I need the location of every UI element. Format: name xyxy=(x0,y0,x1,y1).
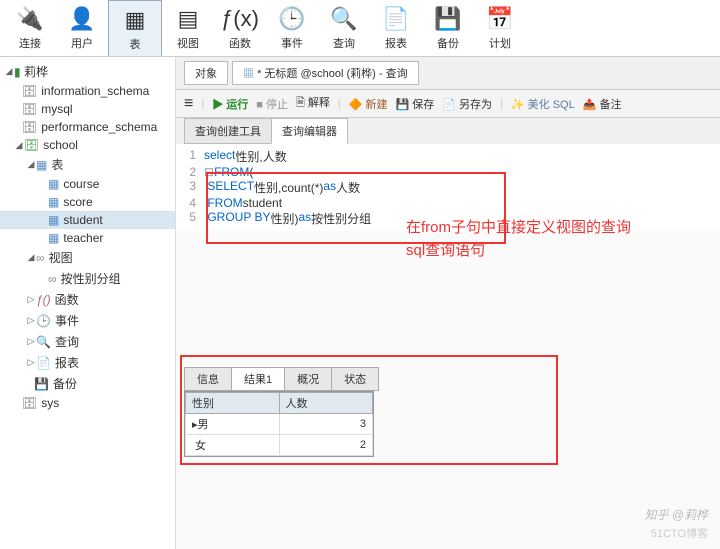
tree-view[interactable]: ∞按性别分组 xyxy=(0,268,175,289)
menu-icon[interactable]: ≡ xyxy=(184,95,193,113)
toolbar-查询[interactable]: 🔍 查询 xyxy=(318,0,370,56)
tree-bk[interactable]: 💾备份 xyxy=(0,373,175,394)
export-button[interactable]: 📤 备注 xyxy=(583,96,622,112)
tree-ev[interactable]: ▷🕒事件 xyxy=(0,310,175,331)
action-bar: ≡ | ▶ 运行 ■ 停止 🗎 解释 | 🔶 新建 💾 保存 📄 另存为 | ✨… xyxy=(176,90,720,118)
tab-editor[interactable]: 查询编辑器 xyxy=(271,118,348,144)
explain-button[interactable]: 🗎 解释 xyxy=(296,94,330,113)
db-tree: ◢▮ 莉桦 🗄information_schema 🗄mysql 🗄perfor… xyxy=(0,57,176,549)
toolbar-label: 视图 xyxy=(177,35,199,51)
editor-tabs: 查询创建工具 查询编辑器 xyxy=(176,118,720,144)
toolbar-label: 用户 xyxy=(71,35,93,51)
toolbar-label: 表 xyxy=(130,36,141,52)
tree-fn[interactable]: ▷ƒ()函数 xyxy=(0,289,175,310)
toolbar-计划[interactable]: 📅 计划 xyxy=(474,0,526,56)
toolbar-函数[interactable]: ƒ(x) 函数 xyxy=(214,0,266,56)
toolbar-事件[interactable]: 🕒 事件 xyxy=(266,0,318,56)
result-grid[interactable]: 性别人数 ▸男3 女2 xyxy=(184,391,374,457)
tree-root[interactable]: ◢▮ 莉桦 xyxy=(0,61,175,82)
main-toolbar: 🔌连接👤用户▦表▤视图ƒ(x)函数🕒事件🔍查询📄报表💾备份📅计划 xyxy=(0,0,720,57)
watermark-zhihu: 知乎 @莉桦 xyxy=(644,506,708,523)
toolbar-icon: ▤ xyxy=(174,5,202,33)
tree-table-student[interactable]: ▦student xyxy=(0,211,175,229)
toolbar-label: 计划 xyxy=(489,35,511,51)
toolbar-表[interactable]: ▦表 xyxy=(108,0,162,56)
toolbar-label: 事件 xyxy=(281,35,303,51)
toolbar-报表[interactable]: 📄 报表 xyxy=(370,0,422,56)
document-tabs: 对象 ▦ * 无标题 @school (莉桦) - 查询 xyxy=(176,57,720,90)
tree-table[interactable]: ▦score xyxy=(0,193,175,211)
toolbar-icon: ƒ(x) xyxy=(226,5,254,33)
tab-result1[interactable]: 结果1 xyxy=(231,367,285,391)
run-button[interactable]: ▶ 运行 xyxy=(212,96,248,112)
tab-profile[interactable]: 概况 xyxy=(284,367,332,391)
tab-object[interactable]: 对象 xyxy=(184,61,228,85)
saveas-button[interactable]: 📄 另存为 xyxy=(442,96,492,112)
toolbar-icon: 💾 xyxy=(434,5,462,33)
toolbar-icon: 📅 xyxy=(486,5,514,33)
tree-db[interactable]: 🗄performance_schema xyxy=(0,118,175,136)
tree-tables[interactable]: ◢▦表 xyxy=(0,154,175,175)
toolbar-icon: 🔍 xyxy=(330,5,358,33)
new-button[interactable]: 🔶 新建 xyxy=(349,96,388,112)
toolbar-连接[interactable]: 🔌 连接 xyxy=(4,0,56,56)
tree-views[interactable]: ◢∞视图 xyxy=(0,247,175,268)
toolbar-icon: 👤 xyxy=(68,5,96,33)
toolbar-icon: 🔌 xyxy=(16,5,44,33)
watermark-51cto: 51CTO博客 xyxy=(651,525,708,541)
tree-db-school[interactable]: ◢🗄school xyxy=(0,136,175,154)
toolbar-视图[interactable]: ▤ 视图 xyxy=(162,0,214,56)
annotation-text: 在from子句中直接定义视图的查询sql查询语句 xyxy=(406,217,646,262)
toolbar-用户[interactable]: 👤 用户 xyxy=(56,0,108,56)
toolbar-备份[interactable]: 💾 备份 xyxy=(422,0,474,56)
content-area: 对象 ▦ * 无标题 @school (莉桦) - 查询 ≡ | ▶ 运行 ■ … xyxy=(176,57,720,549)
tree-rp[interactable]: ▷📄报表 xyxy=(0,352,175,373)
tab-info[interactable]: 信息 xyxy=(184,367,232,391)
toolbar-icon: ▦ xyxy=(121,6,149,34)
toolbar-icon: 🕒 xyxy=(278,5,306,33)
stop-button[interactable]: ■ 停止 xyxy=(256,96,288,112)
save-button[interactable]: 💾 保存 xyxy=(396,96,435,112)
beautify-button[interactable]: ✨ 美化 SQL xyxy=(511,96,575,112)
toolbar-label: 函数 xyxy=(229,35,251,51)
toolbar-label: 备份 xyxy=(437,35,459,51)
tab-builder[interactable]: 查询创建工具 xyxy=(184,118,272,144)
tree-table[interactable]: ▦teacher xyxy=(0,229,175,247)
tree-qr[interactable]: ▷🔍查询 xyxy=(0,331,175,352)
tree-db[interactable]: 🗄information_schema xyxy=(0,82,175,100)
tree-table[interactable]: ▦course xyxy=(0,175,175,193)
toolbar-label: 报表 xyxy=(385,35,407,51)
toolbar-icon: 📄 xyxy=(382,5,410,33)
result-tabs: 信息 结果1 概况 状态 xyxy=(184,367,566,391)
tree-db[interactable]: 🗄sys xyxy=(0,394,175,412)
tab-status[interactable]: 状态 xyxy=(331,367,379,391)
toolbar-label: 连接 xyxy=(19,35,41,51)
toolbar-label: 查询 xyxy=(333,35,355,51)
tab-query[interactable]: ▦ * 无标题 @school (莉桦) - 查询 xyxy=(232,61,419,85)
tree-db[interactable]: 🗄mysql xyxy=(0,100,175,118)
